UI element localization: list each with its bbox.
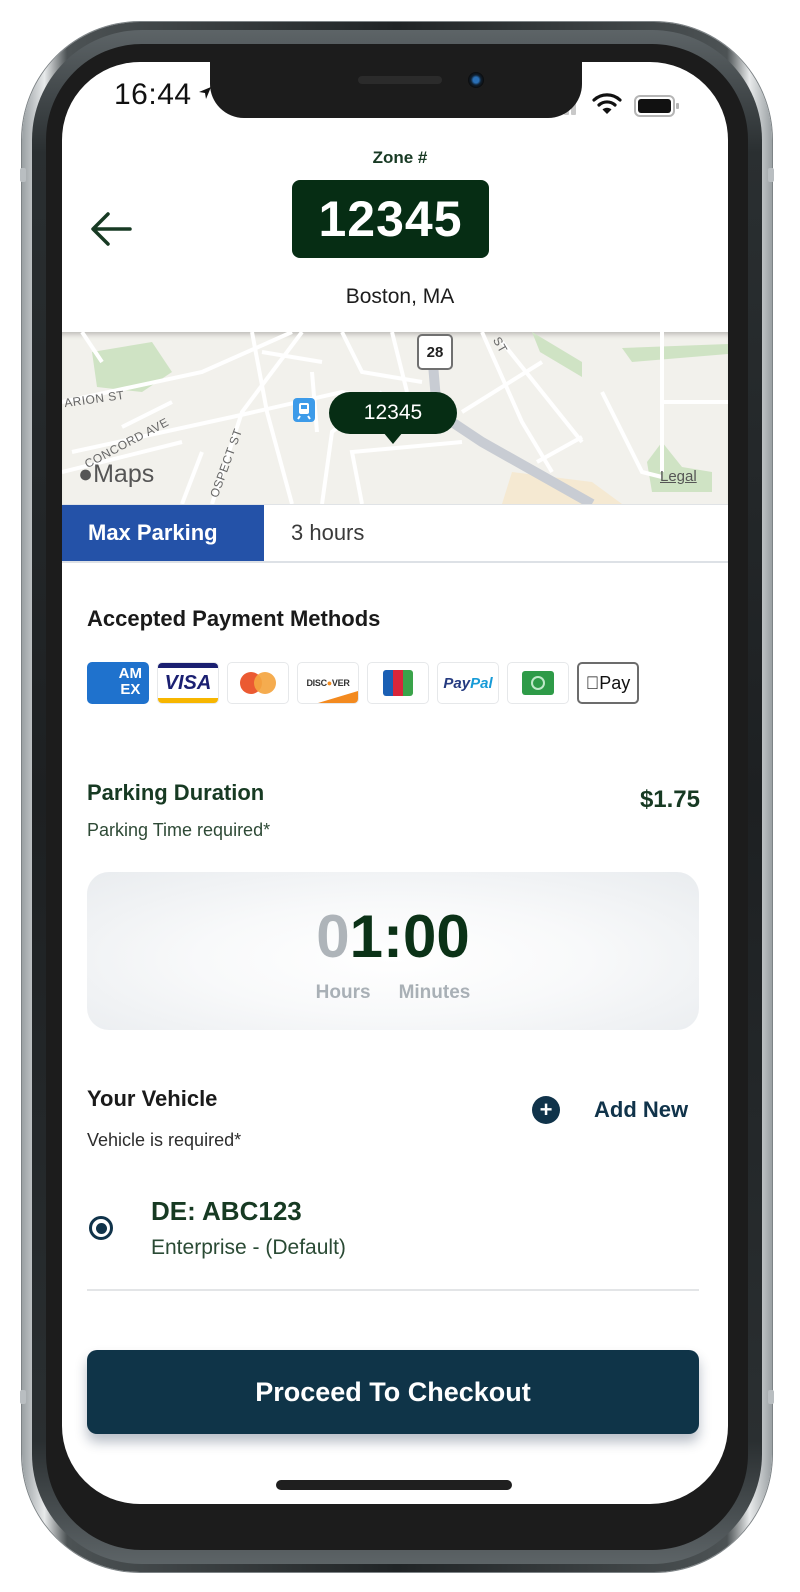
map-park [532, 332, 582, 377]
parking-duration-title: Parking Duration [87, 780, 265, 805]
paypal-icon: PayPal [437, 662, 499, 704]
home-indicator[interactable] [276, 1480, 512, 1490]
mastercard-icon [227, 662, 289, 704]
zone-location: Boston, MA [345, 285, 455, 308]
max-parking-value: 3 hours [291, 520, 365, 545]
payment-methods-title: Accepted Payment Methods [87, 606, 381, 631]
add-new-label: Add New [594, 1097, 689, 1122]
apple-icon: ● [78, 460, 94, 488]
vehicle-description: Enterprise - (Default) [151, 1236, 346, 1259]
amex-icon: AM EX [87, 662, 149, 704]
parking-price: $1.75 [639, 786, 700, 813]
visa-icon: VISA [157, 662, 219, 704]
duration-picker[interactable]: 01:00 Hours Minutes [87, 872, 699, 1030]
jcb-icon [367, 662, 429, 704]
notch [210, 58, 582, 118]
front-camera [468, 72, 484, 88]
duration-value: 01:00 [87, 902, 699, 971]
zone-number-badge: 12345 [292, 180, 489, 258]
side-button [768, 1390, 774, 1404]
payment-methods-list: AMEX VISA DISC●VER PayPal Pay [87, 662, 639, 704]
max-parking-label: Max Parking [62, 505, 264, 561]
side-button [20, 168, 26, 182]
vehicle-radio-selected[interactable] [89, 1216, 113, 1240]
vehicle-title: Your Vehicle [87, 1086, 218, 1111]
transit-station-icon [293, 398, 315, 422]
minutes-label: Minutes [398, 982, 471, 1003]
side-button [20, 1390, 26, 1404]
speaker-grille [358, 76, 442, 84]
radio-dot [95, 1222, 107, 1234]
divider [87, 1289, 699, 1291]
vehicle-subtitle: Vehicle is required* [87, 1130, 242, 1150]
apple-pay-icon: Pay [577, 662, 639, 704]
zone-label: Zone # [372, 148, 428, 167]
wallet-icon [507, 662, 569, 704]
duration-units: Hours Minutes [87, 982, 699, 1004]
add-vehicle-button[interactable]: + Add New [532, 1096, 688, 1124]
hours-digit: 1 [349, 903, 383, 970]
route-shield: 28 [417, 334, 453, 370]
max-parking-row: Max Parking 3 hours [62, 504, 728, 563]
wifi-icon [592, 93, 622, 114]
map-park [622, 344, 728, 362]
battery-icon [634, 95, 679, 117]
status-time: 16:44 [114, 78, 192, 111]
map-pin-tail [383, 432, 403, 444]
minutes-value: 00 [402, 903, 470, 970]
hours-leading-digit: 0 [316, 903, 350, 970]
zone-map-pin[interactable]: 12345 [329, 392, 457, 434]
parking-duration-subtitle: Parking Time required* [87, 820, 271, 840]
hours-label: Hours [315, 982, 371, 1003]
apple-maps-logo: ●Maps [78, 460, 154, 489]
discover-icon: DISC●VER [297, 662, 359, 704]
back-button[interactable] [88, 210, 134, 248]
maps-logo-text: Maps [93, 460, 155, 488]
vehicle-plate[interactable]: DE: ABC123 [151, 1196, 302, 1227]
legal-link[interactable]: Legal [660, 468, 697, 485]
map-park [92, 342, 172, 392]
time-separator: : [383, 903, 403, 970]
arrow-left-icon [91, 212, 132, 246]
side-button [768, 168, 774, 182]
proceed-to-checkout-button[interactable]: Proceed To Checkout [87, 1350, 699, 1434]
plus-circle-icon: + [532, 1096, 560, 1124]
